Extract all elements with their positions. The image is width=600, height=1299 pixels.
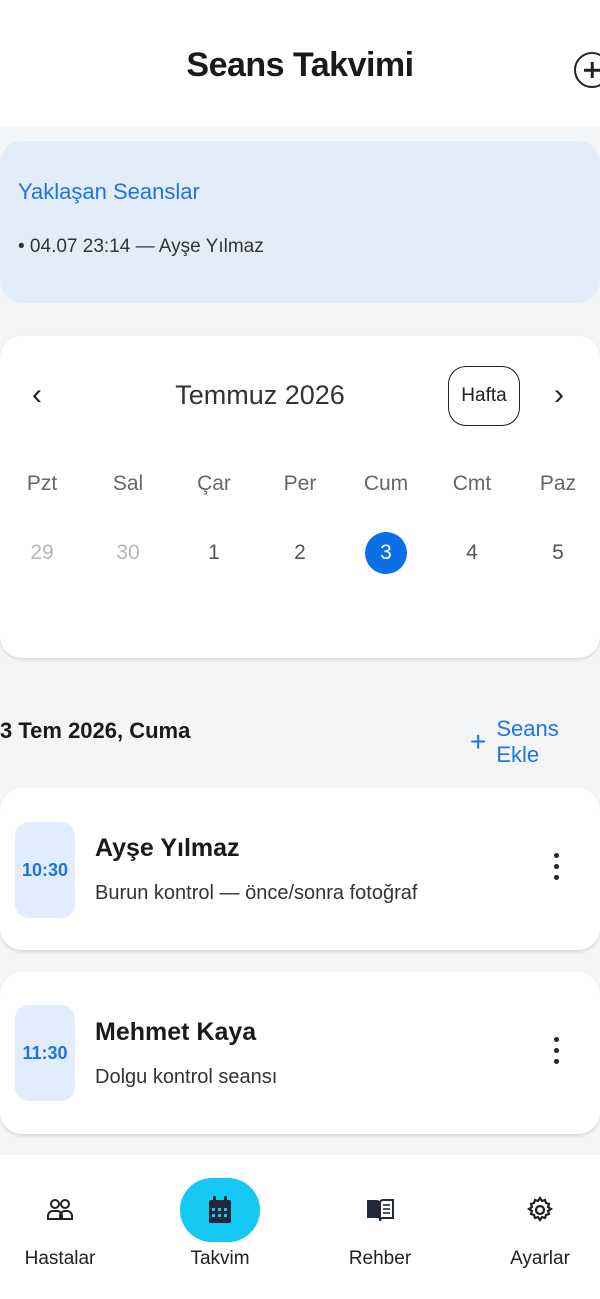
session-card[interactable]: [0, 788, 600, 950]
add-session-label: Seans Ekle: [496, 716, 559, 767]
add-session-button[interactable]: + Seans Ekle: [470, 716, 600, 768]
plus-icon: +: [470, 726, 487, 757]
week-view-toggle[interactable]: Hafta: [448, 366, 520, 426]
prev-month-button[interactable]: ‹: [32, 380, 42, 410]
calendar-day[interactable]: 2: [279, 532, 321, 574]
patient-name: Mehmet Kaya: [95, 1018, 257, 1046]
session-time: 11:30: [15, 1005, 75, 1101]
calendar-day[interactable]: 5: [537, 532, 579, 574]
weekday-label: Sal: [112, 472, 144, 495]
calendar-icon: [209, 1196, 231, 1223]
selected-date-heading: 3 Tem 2026, Cuma: [0, 718, 191, 743]
people-icon: [47, 1199, 73, 1220]
weekday-label: Paz: [539, 472, 577, 495]
book-icon: [367, 1199, 394, 1222]
gear-icon: [527, 1196, 553, 1222]
app-header: Seans Takvimi: [0, 0, 600, 126]
calendar-day[interactable]: 30: [107, 532, 149, 574]
next-month-button[interactable]: ›: [554, 380, 564, 410]
session-description: Dolgu kontrol seansı: [95, 1066, 278, 1088]
nav-label: Ayarlar: [510, 1248, 570, 1269]
weekday-label: Pzt: [26, 472, 58, 495]
weekday-label: Cmt: [452, 472, 492, 495]
nav-label: Hastalar: [24, 1248, 96, 1269]
weekday-label: Cum: [363, 472, 409, 495]
weekday-label: Per: [283, 472, 317, 495]
upcoming-sessions-panel: Yaklaşan Seanslar: [0, 141, 600, 303]
calendar-day[interactable]: 4: [451, 532, 493, 574]
page-title: Seans Takvimi: [186, 46, 414, 84]
session-card[interactable]: [0, 972, 600, 1134]
month-label: Temmuz 2026: [175, 380, 345, 410]
session-description: Burun kontrol — önce/sonra fotoğraf: [95, 882, 418, 904]
session-time: 10:30: [15, 822, 75, 918]
patient-name: Ayşe Yılmaz: [95, 834, 240, 862]
more-options-icon[interactable]: [548, 853, 564, 887]
calendar-day-selected[interactable]: 3: [365, 532, 407, 574]
nav-label: Rehber: [348, 1248, 412, 1269]
more-options-icon[interactable]: [548, 1037, 564, 1071]
nav-label: Takvim: [190, 1248, 250, 1269]
upcoming-item[interactable]: • 04.07 23:14 — Ayşe Yılmaz: [18, 236, 264, 258]
calendar-day[interactable]: 29: [21, 532, 63, 574]
upcoming-title: Yaklaşan Seanslar: [18, 179, 200, 204]
weekday-label: Çar: [197, 472, 231, 495]
calendar-day[interactable]: 1: [193, 532, 235, 574]
